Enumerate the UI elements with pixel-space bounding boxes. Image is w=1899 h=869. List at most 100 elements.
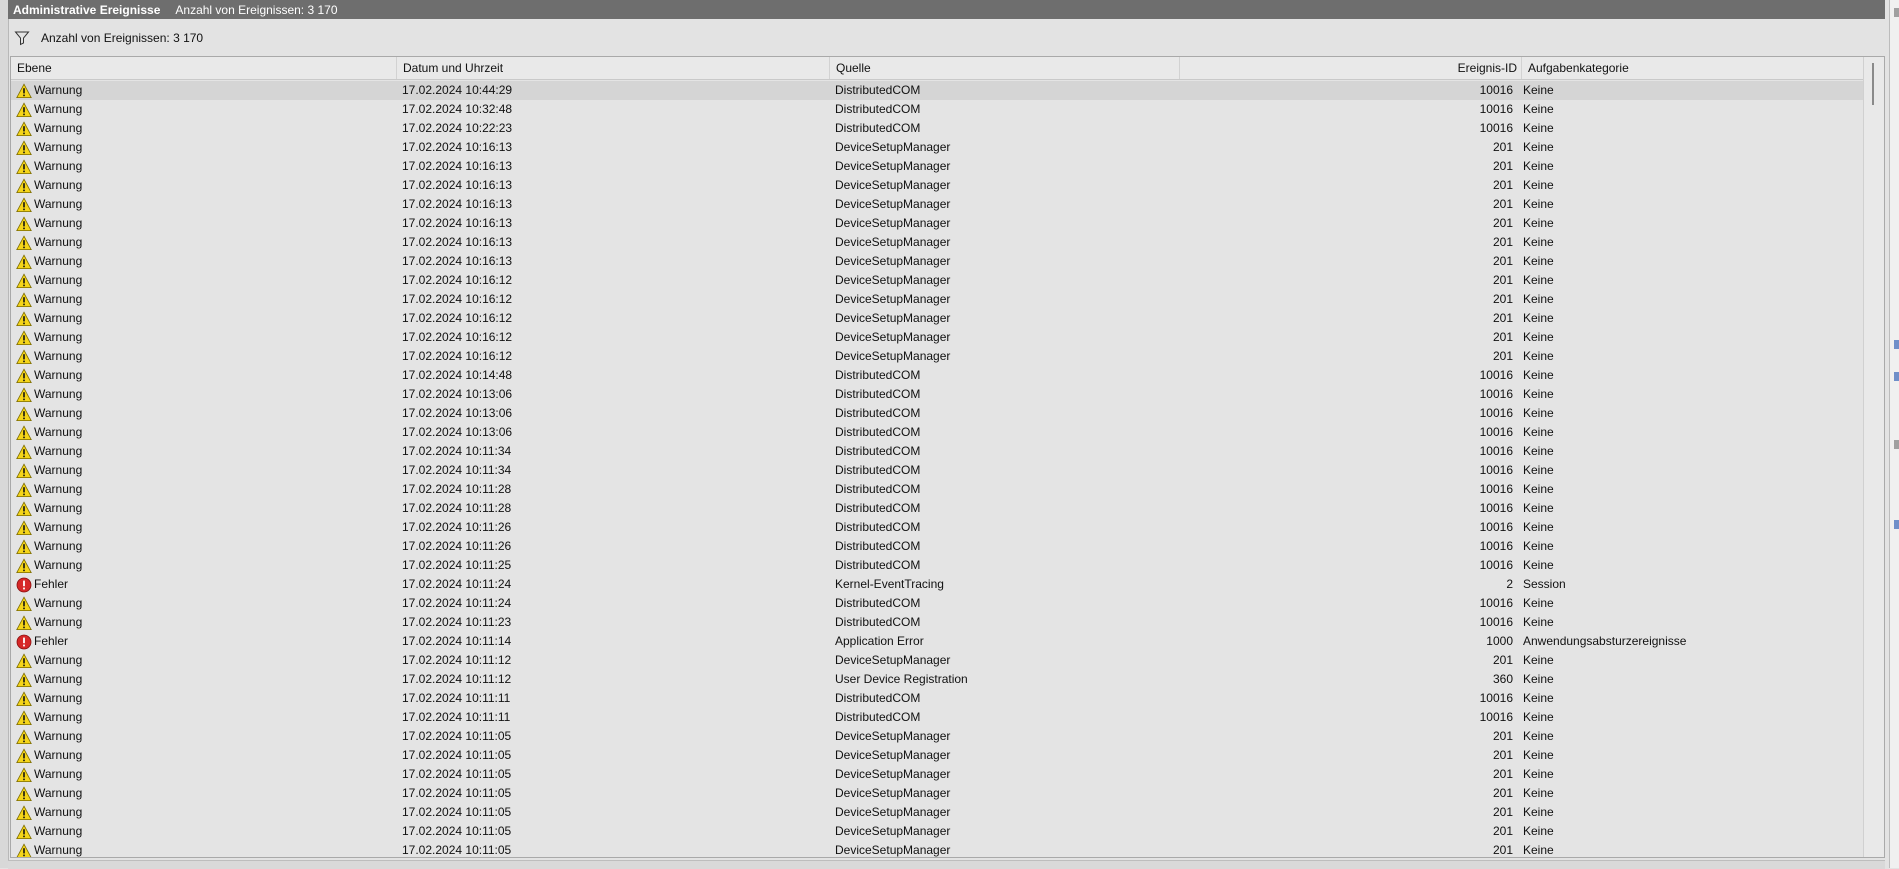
table-row[interactable]: Warnung 17.02.2024 10:11:26 DistributedCOM… [11,518,1864,537]
warning-icon [16,500,32,516]
event-id-cell: 2 [1506,577,1513,591]
table-row[interactable]: Warnung 17.02.2024 10:16:12 DeviceSetupMan… [11,328,1864,347]
table-row[interactable]: Warnung 17.02.2024 10:11:05 DeviceSetupMan… [11,841,1864,857]
table-row[interactable]: Warnung 17.02.2024 10:22:23 DistributedCOM… [11,119,1864,138]
scrollbar-thumb[interactable] [1872,63,1874,105]
source-cell: DeviceSetupManager [835,140,951,154]
table-row[interactable]: Fehler 17.02.2024 10:11:14 Application Err… [11,632,1864,651]
level-cell: Warnung [16,252,396,271]
table-row[interactable]: Warnung 17.02.2024 10:16:13 DeviceSetupMan… [11,214,1864,233]
table-row[interactable]: Warnung 17.02.2024 10:13:06 DistributedCOM… [11,385,1864,404]
column-header-level[interactable]: Ebene [11,57,397,79]
pane-marker [1894,340,1899,349]
event-id-cell: 201 [1492,140,1513,154]
column-header-source[interactable]: Quelle [830,57,1180,79]
table-row[interactable]: Warnung 17.02.2024 10:11:11 DistributedCOM… [11,689,1864,708]
table-row[interactable]: Warnung 17.02.2024 10:11:05 DeviceSetupMan… [11,727,1864,746]
date-cell: 17.02.2024 10:11:05 [402,843,512,857]
table-row[interactable]: Warnung 17.02.2024 10:11:05 DeviceSetupMan… [11,803,1864,822]
column-header-category[interactable]: Aufgabenkategorie [1522,57,1864,79]
table-row[interactable]: Warnung 17.02.2024 10:16:13 DeviceSetupMan… [11,233,1864,252]
table-row[interactable]: Warnung 17.02.2024 10:11:12 DeviceSetupMan… [11,651,1864,670]
event-id-cell: 10016 [1479,102,1513,116]
table-row[interactable]: Warnung 17.02.2024 10:13:06 DistributedCOM… [11,404,1864,423]
level-cell: Warnung [16,119,396,138]
date-cell: 17.02.2024 10:11:05 [402,729,512,743]
warning-icon [16,386,32,402]
table-row[interactable]: Warnung 17.02.2024 10:16:12 DeviceSetupMan… [11,309,1864,328]
event-id-cell: 10016 [1479,406,1513,420]
level-label: Warnung [34,672,83,686]
warning-icon [16,671,32,687]
filter-icon[interactable] [14,30,30,46]
level-label: Warnung [34,292,83,306]
warning-icon [16,747,32,763]
warning-icon [16,614,32,630]
table-row[interactable]: Warnung 17.02.2024 10:16:12 DeviceSetupMan… [11,271,1864,290]
warning-icon [16,272,32,288]
table-row[interactable]: Warnung 17.02.2024 10:11:05 DeviceSetupMan… [11,746,1864,765]
level-cell: Warnung [16,404,396,423]
level-label: Warnung [34,653,83,667]
level-cell: Warnung [16,518,396,537]
table-row[interactable]: Warnung 17.02.2024 10:11:26 DistributedCOM… [11,537,1864,556]
level-cell: Warnung [16,689,396,708]
source-cell: DistributedCOM [835,387,921,401]
vertical-scrollbar[interactable] [1863,57,1884,857]
table-row[interactable]: Warnung 17.02.2024 10:11:34 DistributedCOM… [11,461,1864,480]
table-row[interactable]: Warnung 17.02.2024 10:16:13 DeviceSetupMan… [11,138,1864,157]
source-cell: Application Error [835,634,924,648]
table-row[interactable]: Warnung 17.02.2024 10:11:12 User Device Re… [11,670,1864,689]
date-cell: 17.02.2024 10:16:13 [402,159,513,173]
table-row[interactable]: Warnung 17.02.2024 10:11:05 DeviceSetupMan… [11,784,1864,803]
table-row[interactable]: Warnung 17.02.2024 10:11:25 DistributedCOM… [11,556,1864,575]
level-cell: Warnung [16,461,396,480]
event-id-cell: 201 [1492,729,1513,743]
table-row[interactable]: Warnung 17.02.2024 10:16:13 DeviceSetupMan… [11,195,1864,214]
table-row[interactable]: Warnung 17.02.2024 10:14:48 DistributedCOM… [11,366,1864,385]
source-cell: DeviceSetupManager [835,159,951,173]
table-row[interactable]: Warnung 17.02.2024 10:11:34 DistributedCOM… [11,442,1864,461]
date-cell: 17.02.2024 10:11:05 [402,824,512,838]
level-cell: Warnung [16,594,396,613]
table-row[interactable]: Warnung 17.02.2024 10:32:48 DistributedCOM… [11,100,1864,119]
level-cell: Warnung [16,385,396,404]
category-cell: Keine [1523,729,1554,743]
table-row[interactable]: Warnung 17.02.2024 10:16:12 DeviceSetupMan… [11,290,1864,309]
table-row[interactable]: Warnung 17.02.2024 10:11:28 DistributedCOM… [11,499,1864,518]
level-label: Warnung [34,311,83,325]
level-label: Warnung [34,691,83,705]
table-row[interactable]: Warnung 17.02.2024 10:16:13 DeviceSetupMan… [11,157,1864,176]
warning-icon [16,82,32,98]
warning-icon [16,481,32,497]
table-row[interactable]: Warnung 17.02.2024 10:16:13 DeviceSetupMan… [11,176,1864,195]
table-row[interactable]: Warnung 17.02.2024 10:13:06 DistributedCOM… [11,423,1864,442]
table-body: Warnung 17.02.2024 10:44:29 DistributedCOM… [11,81,1864,857]
level-label: Warnung [34,159,83,173]
table-row[interactable]: Warnung 17.02.2024 10:11:24 DistributedCOM… [11,594,1864,613]
category-cell: Keine [1523,653,1554,667]
error-icon [16,577,32,592]
date-cell: 17.02.2024 10:13:06 [402,406,513,420]
table-row[interactable]: Warnung 17.02.2024 10:11:05 DeviceSetupMan… [11,765,1864,784]
table-row[interactable]: Warnung 17.02.2024 10:11:05 DeviceSetupMan… [11,822,1864,841]
date-cell: 17.02.2024 10:16:13 [402,216,513,230]
column-header-event-id[interactable]: Ereignis-ID [1180,57,1522,79]
warning-icon [16,253,32,269]
column-header-date[interactable]: Datum und Uhrzeit [397,57,830,79]
level-label: Warnung [34,425,83,439]
level-cell: Warnung [16,556,396,575]
date-cell: 17.02.2024 10:11:24 [402,577,512,591]
table-row[interactable]: Warnung 17.02.2024 10:16:12 DeviceSetupMan… [11,347,1864,366]
table-row[interactable]: Warnung 17.02.2024 10:11:11 DistributedCOM… [11,708,1864,727]
table-row[interactable]: Fehler 17.02.2024 10:11:24 Kernel-EventTra… [11,575,1864,594]
table-row[interactable]: Warnung 17.02.2024 10:44:29 DistributedCOM… [11,81,1864,100]
date-cell: 17.02.2024 10:11:34 [402,444,512,458]
table-row[interactable]: Warnung 17.02.2024 10:16:13 DeviceSetupMan… [11,252,1864,271]
level-label: Warnung [34,482,83,496]
category-cell: Keine [1523,216,1554,230]
table-row[interactable]: Warnung 17.02.2024 10:11:28 DistributedCOM… [11,480,1864,499]
event-id-cell: 201 [1492,824,1513,838]
event-viewer-window: Administrative Ereignisse Anzahl von Ere… [0,0,1899,869]
table-row[interactable]: Warnung 17.02.2024 10:11:23 DistributedCOM… [11,613,1864,632]
